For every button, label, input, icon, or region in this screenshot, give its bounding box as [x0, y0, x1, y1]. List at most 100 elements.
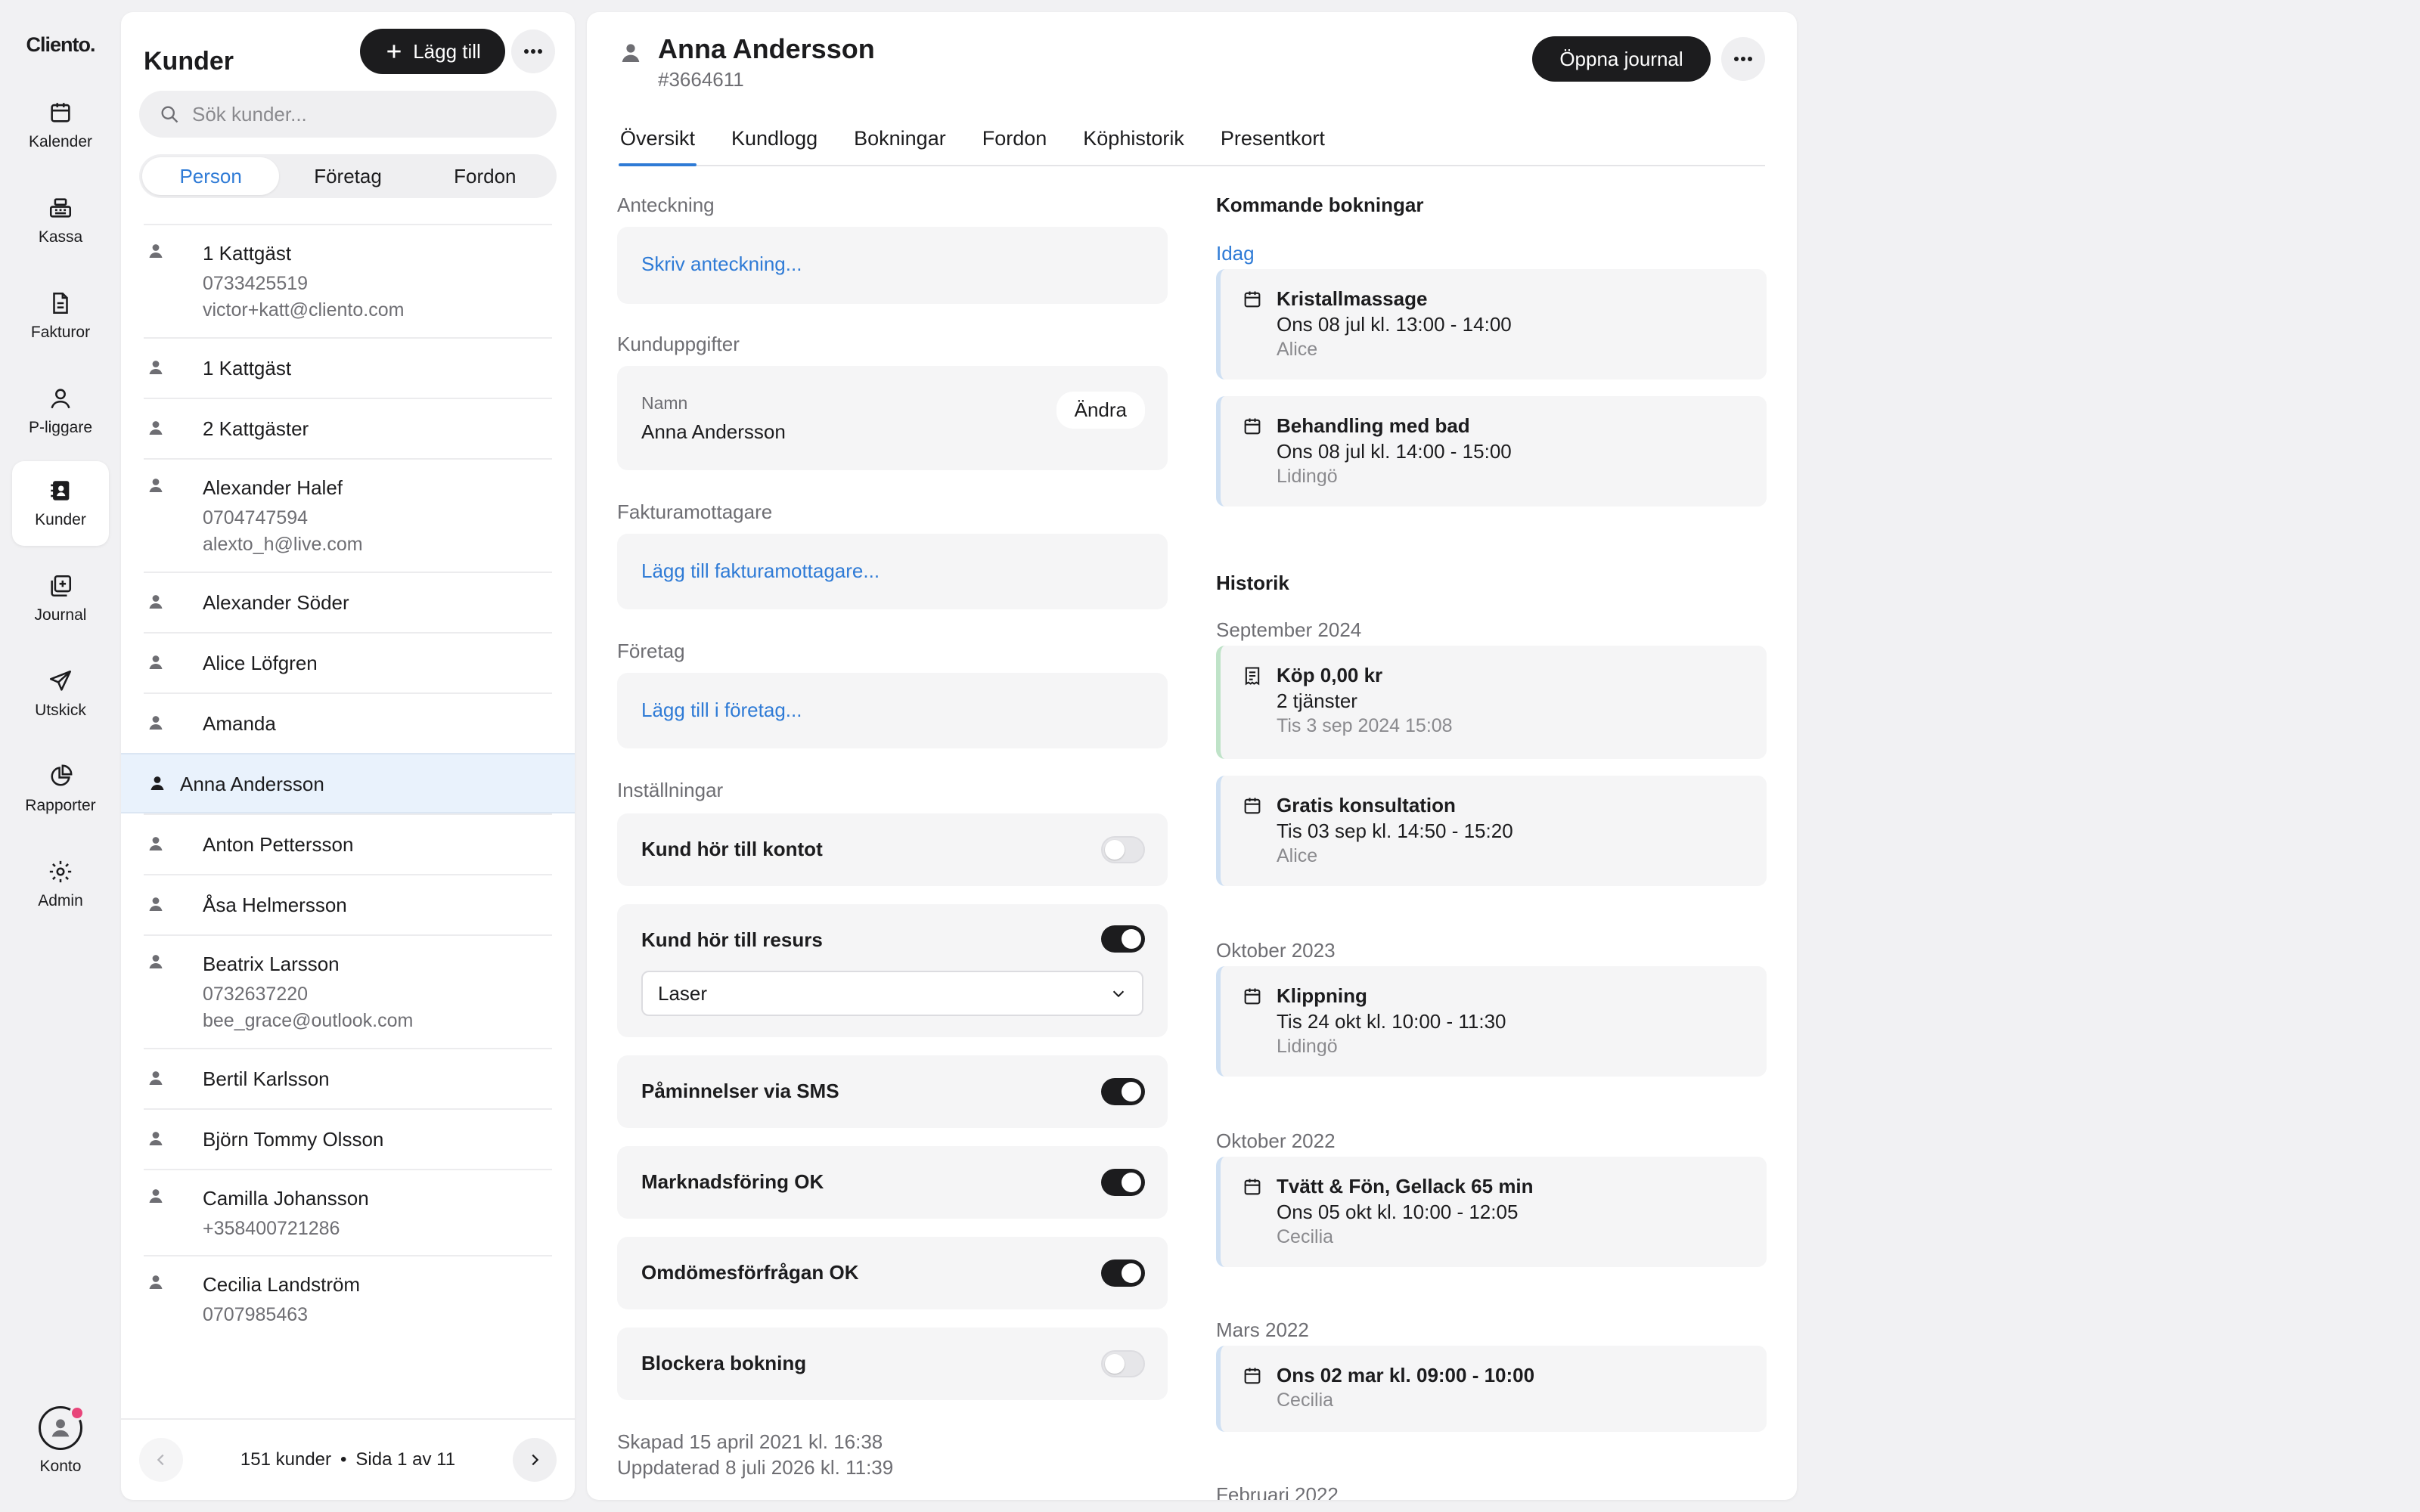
person-icon	[147, 593, 165, 611]
detail-more-button[interactable]	[1721, 37, 1765, 81]
contact-book-icon	[48, 478, 73, 503]
nav-item-kunder[interactable]: Kunder	[12, 461, 109, 546]
booking-title: Ons 02 mar kl. 09:00 - 10:00	[1277, 1364, 1535, 1387]
segment-person[interactable]: Person	[142, 157, 280, 195]
setting-sms-toggle[interactable]	[1101, 1078, 1145, 1105]
add-customer-button[interactable]: Lägg till	[360, 29, 505, 74]
pagination: 151 kunder • Sida 1 av 11	[121, 1418, 575, 1500]
nav-item-journal[interactable]: Journal	[12, 556, 109, 641]
customer-row-name: Björn Tommy Olsson	[203, 1128, 384, 1151]
booking-card[interactable]: Klippning Tis 24 okt kl. 10:00 - 11:30 L…	[1216, 966, 1767, 1077]
customer-row[interactable]: Alexander Halef 0704747594 alexto_h@live.c…	[144, 458, 552, 572]
booking-card[interactable]: Kristallmassage Ons 08 jul kl. 13:00 - 1…	[1216, 269, 1767, 380]
person-icon	[147, 1273, 165, 1291]
customer-row[interactable]: Bertil Karlsson	[144, 1048, 552, 1108]
customer-row[interactable]: 1 Kattgäst	[144, 337, 552, 398]
booking-card[interactable]: Ons 02 mar kl. 09:00 - 10:00 Cecilia	[1216, 1346, 1767, 1432]
customer-row-name: Anna Andersson	[180, 773, 324, 795]
nav-item-rapporter[interactable]: Rapporter	[12, 747, 109, 832]
receipt-icon	[1242, 665, 1263, 686]
customer-list-title: Kunder	[144, 47, 234, 76]
booking-title: Tvätt & Fön, Gellack 65 min	[1277, 1175, 1534, 1198]
customer-row[interactable]: Amanda	[144, 692, 552, 753]
tab-kundlogg[interactable]: Kundlogg	[730, 112, 819, 165]
today-label: Idag	[1216, 242, 1255, 265]
customer-row[interactable]: Camilla Johansson +358400721286	[144, 1169, 552, 1255]
change-button[interactable]: Ändra	[1056, 392, 1145, 429]
booking-card[interactable]: Gratis konsultation Tis 03 sep kl. 14:50…	[1216, 776, 1767, 886]
booking-resource: Lidingö	[1277, 1036, 1338, 1057]
segment-fordon[interactable]: Fordon	[417, 157, 554, 195]
customer-details-card: Namn Anna Andersson Ändra	[617, 366, 1168, 470]
avatar	[39, 1405, 85, 1450]
customer-row[interactable]: Björn Tommy Olsson	[144, 1108, 552, 1169]
customer-row-name: Amanda	[203, 712, 276, 735]
created-timestamp: Skapad 15 april 2021 kl. 16:38	[617, 1430, 883, 1453]
setting-block-toggle[interactable]	[1101, 1350, 1145, 1377]
account-button[interactable]: Konto	[12, 1405, 109, 1489]
person-icon	[147, 419, 165, 437]
next-page-button[interactable]	[513, 1438, 557, 1482]
customer-detail-panel: Anna Andersson #3664611 Öppna journal Öv…	[587, 12, 1797, 1500]
add-company-link[interactable]: Lägg till i företag...	[641, 699, 802, 722]
journal-icon	[48, 573, 73, 599]
person-icon	[147, 653, 165, 671]
setting-review-toggle[interactable]	[1101, 1259, 1145, 1287]
resource-select-value: Laser	[658, 981, 708, 1005]
booking-title: Klippning	[1277, 984, 1367, 1007]
nav-item-admin[interactable]: Admin	[12, 842, 109, 927]
purchase-services: 2 tjänster	[1277, 689, 1357, 712]
note-card[interactable]: Skriv anteckning...	[617, 227, 1168, 304]
customer-row[interactable]: Alexander Söder	[144, 572, 552, 632]
booking-card[interactable]: Behandling med bad Ons 08 jul kl. 14:00 …	[1216, 396, 1767, 507]
previous-page-button[interactable]	[139, 1438, 183, 1482]
purchase-card[interactable]: Köp 0,00 kr 2 tjänster Tis 3 sep 2024 15…	[1216, 646, 1767, 759]
customer-search[interactable]	[139, 91, 557, 138]
booking-card[interactable]: Tvätt & Fön, Gellack 65 min Ons 05 okt k…	[1216, 1157, 1767, 1267]
person-icon	[148, 774, 166, 792]
customer-row-phone: 0704747594	[203, 507, 309, 528]
customer-row[interactable]: Cecilia Landström 0707985463	[144, 1255, 552, 1341]
customer-row[interactable]: 2 Kattgäster	[144, 398, 552, 458]
tab-presentkort[interactable]: Presentkort	[1219, 112, 1326, 165]
chevron-left-icon	[153, 1452, 169, 1468]
setting-review: Omdömesförfrågan OK	[617, 1237, 1168, 1309]
customer-row-phone: 0707985463	[203, 1304, 309, 1325]
customer-row-email: bee_grace@outlook.com	[203, 1010, 414, 1031]
customer-row[interactable]: Åsa Helmersson	[144, 874, 552, 934]
customer-row-name: Alexander Söder	[203, 591, 349, 614]
customer-row[interactable]: Anna Andersson	[121, 753, 575, 813]
setting-marketing-toggle[interactable]	[1101, 1169, 1145, 1196]
calendar-icon	[1242, 1176, 1263, 1198]
resource-select[interactable]: Laser	[641, 971, 1143, 1016]
nav-item-fakturor[interactable]: Fakturor	[12, 274, 109, 358]
nav-item-kalender[interactable]: Kalender	[12, 83, 109, 168]
booking-title: Kristallmassage	[1277, 287, 1428, 310]
customer-row-email: victor+katt@cliento.com	[203, 299, 405, 321]
send-icon	[48, 668, 73, 694]
open-journal-button[interactable]: Öppna journal	[1532, 36, 1711, 82]
nav-item-utskick[interactable]: Utskick	[12, 652, 109, 736]
setting-resurs-toggle[interactable]	[1101, 925, 1145, 953]
tab-kophistorik[interactable]: Köphistorik	[1081, 112, 1186, 165]
note-input[interactable]: Skriv anteckning...	[641, 253, 802, 276]
customer-row[interactable]: Anton Pettersson	[144, 813, 552, 874]
customer-count: 151 kunder	[240, 1449, 332, 1470]
cliento-logo[interactable]: Cliento.	[0, 33, 121, 57]
nav-item-p-liggare[interactable]: P-liggare	[12, 369, 109, 454]
add-invoice-recipient-link[interactable]: Lägg till fakturamottagare...	[641, 559, 880, 583]
tab-bokningar[interactable]: Bokningar	[852, 112, 948, 165]
tab-oversikt[interactable]: Översikt	[619, 112, 697, 166]
customer-row[interactable]: Alice Löfgren	[144, 632, 552, 692]
customer-row[interactable]: Beatrix Larsson 0732637220 bee_grace@outlo…	[144, 934, 552, 1048]
search-input[interactable]	[192, 102, 525, 126]
list-more-button[interactable]	[511, 29, 555, 73]
segment-foretag[interactable]: Företag	[279, 157, 416, 195]
customer-row[interactable]: 1 Kattgäst 0733425519 victor+katt@cliento.…	[144, 224, 552, 337]
nav-item-kassa[interactable]: Kassa	[12, 178, 109, 263]
tab-fordon[interactable]: Fordon	[981, 112, 1049, 165]
pie-chart-icon	[48, 764, 73, 789]
setting-block-label: Blockera bokning	[641, 1352, 807, 1374]
setting-kontot-toggle[interactable]	[1101, 836, 1145, 863]
add-customer-label: Lägg till	[413, 39, 481, 63]
